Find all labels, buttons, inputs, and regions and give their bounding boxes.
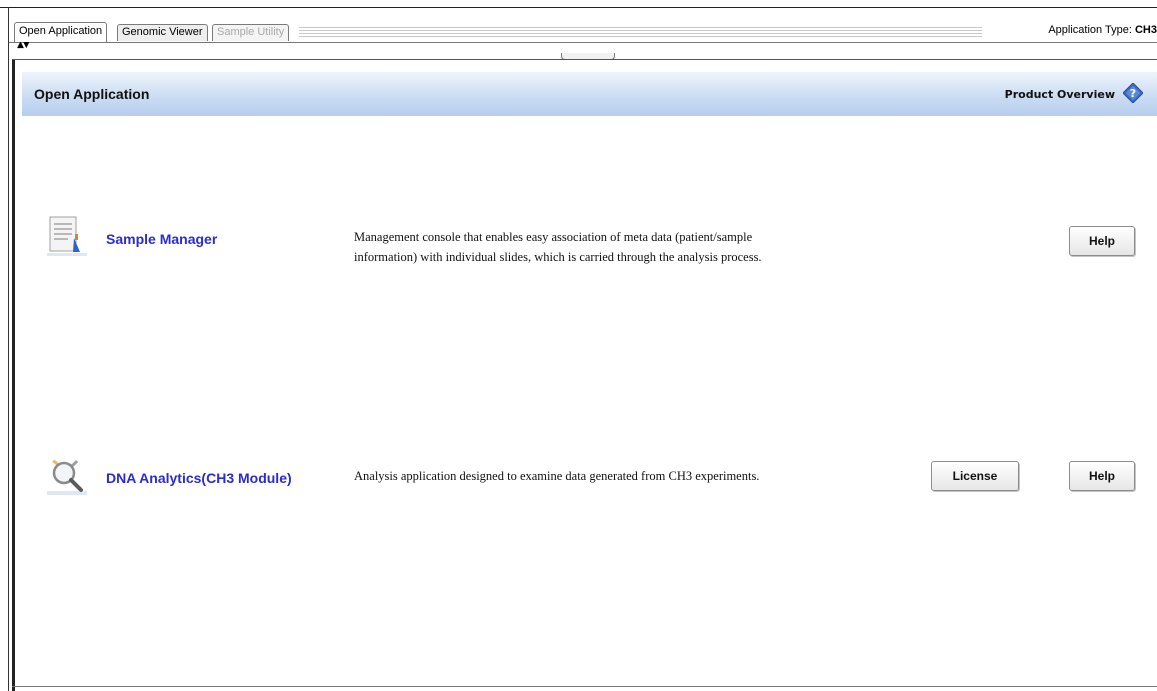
split-arrows-icon[interactable]: ▲▼ (17, 41, 30, 50)
sample-manager-description-line: Management console that enables easy ass… (354, 230, 753, 244)
application-type-label: Application Type: (1048, 24, 1132, 36)
dna-analytics-icon (47, 459, 87, 495)
tab-open-application[interactable]: Open Application (14, 22, 108, 42)
dna-analytics-description-line: Analysis application designed to examine… (354, 469, 760, 483)
product-overview-link[interactable]: Product Overview (1005, 88, 1115, 101)
tab-bar-divider (9, 42, 1157, 43)
dna-analytics-help-button[interactable]: Help (1069, 461, 1135, 491)
content-pane-left-border (12, 60, 15, 691)
sample-manager-description-line: information) with individual slides, whi… (354, 250, 762, 264)
help-diamond-icon[interactable]: ? (1123, 83, 1143, 103)
dna-analytics-link[interactable]: DNA Analytics(CH3 Module) (106, 470, 292, 486)
window-left-border (8, 7, 9, 691)
tab-bar: Open Application Genomic Viewer Sample U… (9, 22, 1157, 43)
page-title: Open Application (34, 86, 150, 102)
window-top-border (0, 7, 1157, 8)
content-pane-bottom-border (12, 686, 1157, 687)
svg-text:?: ? (1130, 87, 1136, 100)
sample-manager-help-button[interactable]: Help (1069, 226, 1135, 256)
tab-bar-grip (299, 25, 982, 39)
sample-manager-icon (47, 216, 87, 256)
dna-analytics-description: Analysis application designed to examine… (354, 466, 894, 486)
sample-manager-link[interactable]: Sample Manager (106, 231, 217, 247)
sample-manager-description: Management console that enables easy ass… (354, 227, 894, 267)
application-type-value: CH3 (1134, 24, 1157, 36)
content-pane-border (12, 59, 1157, 60)
tab-sample-utility: Sample Utility (212, 24, 290, 41)
dna-analytics-license-button[interactable]: License (931, 461, 1019, 491)
tab-genomic-viewer[interactable]: Genomic Viewer (117, 24, 208, 41)
application-type: Application Type: CH3 (1048, 22, 1157, 39)
page-header: Open Application Product Overview ? (22, 72, 1157, 116)
